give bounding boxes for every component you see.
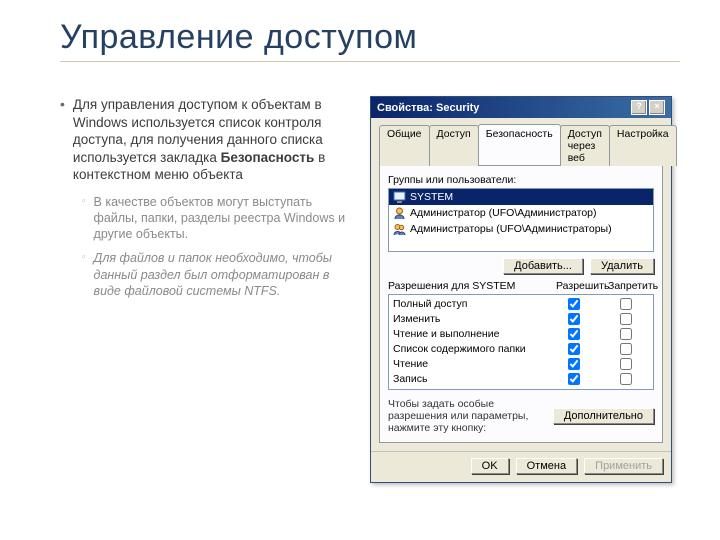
- permission-checkboxes: [551, 357, 649, 372]
- permission-name: Полный доступ: [393, 297, 468, 312]
- computer-icon: [392, 190, 406, 204]
- dialog-title: Свойства: Security: [377, 102, 479, 114]
- permission-name: Чтение и выполнение: [393, 327, 499, 342]
- deny-checkbox[interactable]: [620, 343, 632, 355]
- list-item-label: Администратор (UFO\Администратор): [410, 207, 597, 219]
- tab-web-sharing[interactable]: Доступ через веб: [560, 125, 610, 166]
- dialog-titlebar: Свойства: Security ? ×: [371, 97, 671, 118]
- allow-checkbox[interactable]: [568, 298, 580, 310]
- permission-row: Чтение: [393, 357, 649, 372]
- permissions-header: Разрешения для SYSTEM Разрешить Запретит…: [388, 280, 654, 292]
- remove-button[interactable]: Удалить: [590, 258, 654, 274]
- permission-checkboxes: [551, 297, 649, 312]
- sub-bullet-2: ▫ Для файлов и папок необходимо, чтобы д…: [82, 250, 350, 299]
- permission-row: Полный доступ: [393, 297, 649, 312]
- groups-label: Группы или пользователи:: [388, 174, 654, 186]
- permission-name: Запись: [393, 372, 427, 387]
- right-column: Свойства: Security ? × Общие Доступ Безо…: [370, 96, 672, 483]
- sub-bullet-1-text: В качестве объектов могут выступать файл…: [94, 194, 350, 243]
- add-button[interactable]: Добавить...: [503, 258, 583, 274]
- advanced-note: Чтобы задать особые разрешения или парам…: [388, 398, 543, 434]
- permission-row: Запись: [393, 372, 649, 387]
- security-panel: Группы или пользователи: SYSTEM: [379, 166, 663, 443]
- sub-bullet-1: ▫ В качестве объектов могут выступать фа…: [82, 194, 350, 243]
- deny-checkbox[interactable]: [620, 373, 632, 385]
- page-title: Управление доступом: [60, 18, 680, 57]
- list-item-label: Администраторы (UFO\Администраторы): [410, 223, 612, 235]
- list-item[interactable]: Администратор (UFO\Администратор): [389, 205, 653, 221]
- col-allow: Разрешить: [556, 280, 602, 292]
- content-area: • Для управления доступом к объектам в W…: [60, 96, 680, 483]
- tabs: Общие Доступ Безопасность Доступ через в…: [379, 124, 663, 166]
- tab-general[interactable]: Общие: [379, 125, 430, 166]
- allow-checkbox[interactable]: [568, 328, 580, 340]
- left-column: • Для управления доступом к объектам в W…: [60, 96, 350, 483]
- permission-checkboxes: [551, 372, 649, 387]
- user-icon: [392, 206, 406, 220]
- deny-checkbox[interactable]: [620, 358, 632, 370]
- permission-name: Изменить: [393, 312, 440, 327]
- permission-checkboxes: [551, 342, 649, 357]
- groups-listbox[interactable]: SYSTEM Администратор (UFO\Администратор): [388, 188, 654, 252]
- col-deny: Запретить: [608, 280, 654, 292]
- permission-checkboxes: [551, 312, 649, 327]
- advanced-button[interactable]: Дополнительно: [553, 408, 654, 424]
- titlebar-buttons: ? ×: [631, 100, 665, 115]
- cancel-button[interactable]: Отмена: [516, 458, 577, 474]
- allow-checkbox[interactable]: [568, 373, 580, 385]
- bullet-1-bold: Безопасность: [221, 150, 315, 165]
- permissions-title: Разрешения для SYSTEM: [388, 280, 515, 292]
- group-button-row: Добавить... Удалить: [388, 258, 654, 274]
- permission-row: Изменить: [393, 312, 649, 327]
- deny-checkbox[interactable]: [620, 313, 632, 325]
- permission-checkboxes: [551, 327, 649, 342]
- dialog-footer: OK Отмена Применить: [371, 451, 671, 482]
- ok-button[interactable]: OK: [471, 458, 509, 474]
- allow-checkbox[interactable]: [568, 313, 580, 325]
- dialog-body: Общие Доступ Безопасность Доступ через в…: [371, 118, 671, 451]
- properties-dialog: Свойства: Security ? × Общие Доступ Безо…: [370, 96, 672, 483]
- permission-name: Список содержимого папки: [393, 342, 526, 357]
- permission-row: Чтение и выполнение: [393, 327, 649, 342]
- allow-checkbox[interactable]: [568, 343, 580, 355]
- permission-name: Чтение: [393, 357, 428, 372]
- deny-checkbox[interactable]: [620, 298, 632, 310]
- bullet-1-text: Для управления доступом к объектам в Win…: [73, 96, 350, 184]
- deny-checkbox[interactable]: [620, 328, 632, 340]
- square-bullet-icon: ▫: [82, 194, 86, 243]
- tab-security[interactable]: Безопасность: [478, 124, 561, 165]
- square-bullet-icon: ▫: [82, 250, 86, 299]
- slide: Управление доступом • Для управления дос…: [0, 0, 720, 540]
- tab-customize[interactable]: Настройка: [609, 125, 677, 166]
- bullet-dot-icon: •: [60, 96, 65, 184]
- permissions-list: Полный доступИзменитьЧтение и выполнение…: [388, 294, 654, 390]
- close-icon[interactable]: ×: [649, 100, 665, 115]
- users-group-icon: [392, 222, 406, 236]
- tab-sharing[interactable]: Доступ: [429, 125, 479, 166]
- list-item-label: SYSTEM: [410, 191, 453, 203]
- list-item[interactable]: Администраторы (UFO\Администраторы): [389, 221, 653, 237]
- help-icon[interactable]: ?: [631, 100, 647, 115]
- title-rule: [60, 61, 680, 62]
- apply-button[interactable]: Применить: [584, 458, 663, 474]
- advanced-note-row: Чтобы задать особые разрешения или парам…: [388, 398, 654, 434]
- sub-bullet-2-text: Для файлов и папок необходимо, чтобы дан…: [94, 250, 350, 299]
- list-item[interactable]: SYSTEM: [389, 189, 653, 205]
- permission-columns: Разрешить Запретить: [556, 280, 654, 292]
- allow-checkbox[interactable]: [568, 358, 580, 370]
- permission-row: Список содержимого папки: [393, 342, 649, 357]
- bullet-1: • Для управления доступом к объектам в W…: [60, 96, 350, 184]
